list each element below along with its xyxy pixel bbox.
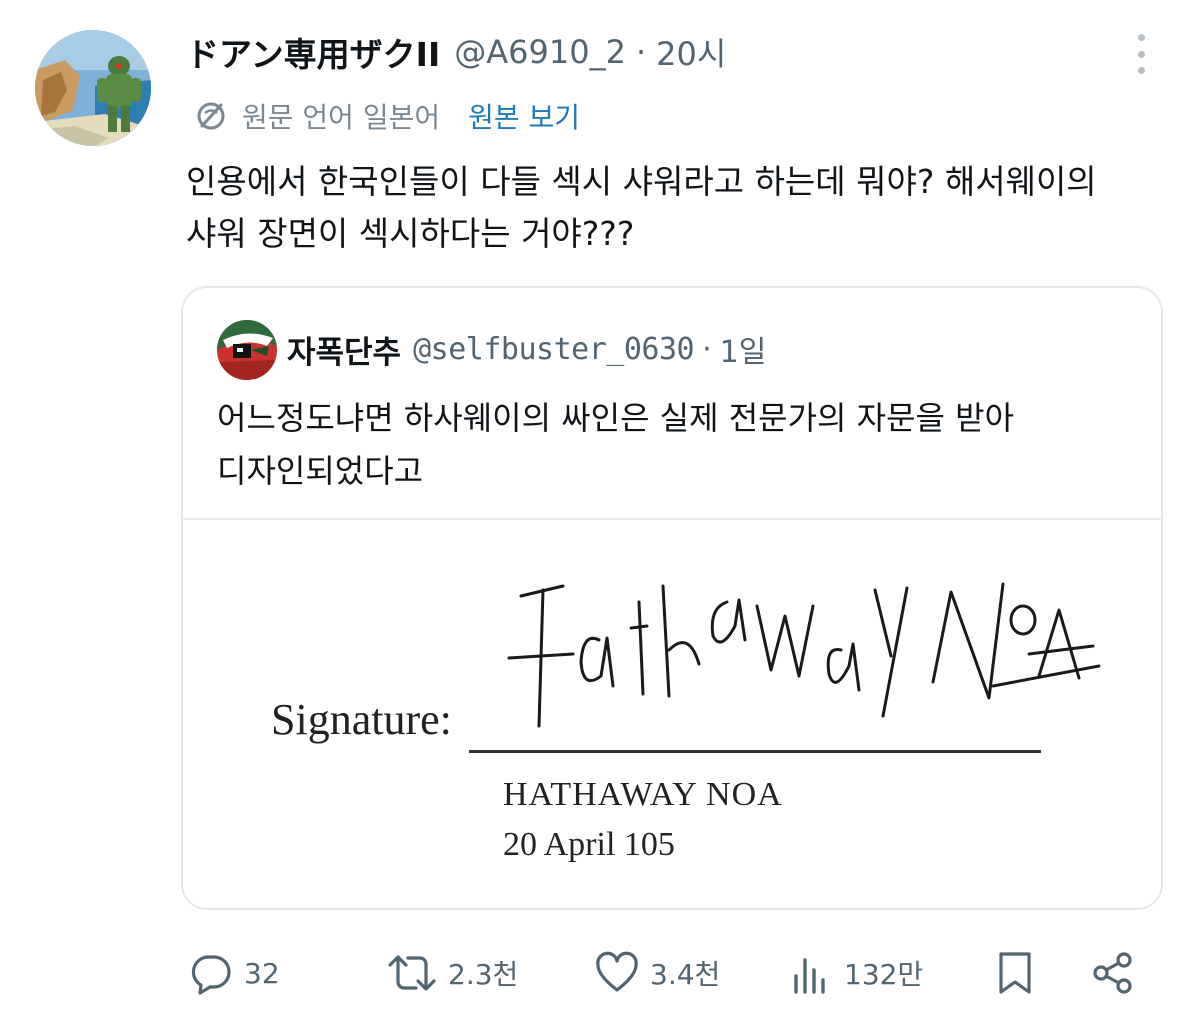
like-button[interactable]: 3.4천 — [594, 944, 720, 1002]
quoted-header-separator: · — [702, 331, 712, 367]
author-handle[interactable]: @A6910_2 — [454, 33, 626, 71]
more-icon — [1137, 34, 1145, 41]
more-icon-dot — [1137, 67, 1145, 74]
quoted-author-avatar[interactable] — [217, 320, 277, 380]
repost-count: 2.3천 — [448, 958, 519, 991]
header-separator: · — [635, 33, 647, 71]
quoted-tweet-text: 어느정도냐면 하사웨이의 싸인은 실제 전문가의 자문을 받아 디자인되었다고 — [217, 392, 1137, 498]
signature-label: Signature: — [271, 695, 452, 744]
tweet-action-bar: 32 2.3천 3.4천 132만 — [0, 944, 1200, 1002]
reply-button[interactable]: 32 — [188, 944, 280, 1002]
views-count: 132만 — [844, 958, 924, 991]
reply-icon — [191, 955, 231, 995]
quoted-text-line: 어느정도냐면 하사웨이의 싸인은 실제 전문가의 자문을 받아 — [217, 399, 1015, 437]
bookmark-icon — [999, 952, 1031, 994]
more-icon-dot — [1137, 50, 1145, 58]
quoted-tweet-card[interactable]: 자폭단추 @selfbuster_0630 · 1일 어느정도냐면 하사웨이의 … — [181, 286, 1163, 910]
tweet-text-line: 샤워 장면이 섹시하다는 거야??? — [186, 214, 635, 253]
quoted-author-display-name[interactable]: 자폭단추 — [287, 327, 401, 372]
bookmark-button[interactable] — [995, 944, 1035, 1002]
repost-button[interactable]: 2.3천 — [386, 944, 518, 1002]
heart-icon — [596, 951, 638, 992]
quoted-author-handle[interactable]: @selfbuster_0630 — [413, 332, 694, 367]
tweet-header: ドアン専用ザクII @A6910_2 · 20시 — [186, 28, 726, 76]
views-button[interactable]: 132만 — [790, 944, 923, 1002]
like-count: 3.4천 — [650, 958, 721, 991]
tweet-text: 인용에서 한국인들이 다들 섹시 샤워라고 하는데 뭐야? 해서웨이의 샤워 장… — [186, 156, 1146, 260]
repost-icon — [388, 955, 436, 991]
reply-count: 32 — [244, 956, 280, 990]
author-display-name[interactable]: ドアン専用ザクII — [186, 28, 440, 76]
quoted-text-line: 디자인되었다고 — [217, 452, 424, 490]
quoted-tweet-timestamp[interactable]: 1일 — [720, 327, 767, 371]
signature-line — [469, 750, 1041, 753]
author-avatar[interactable] — [35, 30, 151, 146]
handwritten-signature — [507, 582, 1101, 728]
more-options-button[interactable] — [1124, 34, 1158, 74]
printed-name: HATHAWAY NOA — [503, 776, 783, 813]
share-icon — [1093, 952, 1132, 994]
quoted-media-image[interactable]: Signature: HATHAWAY NOA 20 April 105 — [183, 518, 1161, 908]
translation-row: 원문 언어 일본어 원본 보기 — [194, 92, 580, 140]
translate-icon — [197, 102, 225, 130]
show-original-link[interactable]: 원본 보기 — [468, 96, 580, 136]
signature-date: 20 April 105 — [503, 826, 675, 863]
tweet-timestamp[interactable]: 20시 — [656, 29, 726, 75]
views-icon — [794, 958, 825, 994]
tweet-text-line: 인용에서 한국인들이 다들 섹시 샤워라고 하는데 뭐야? 해서웨이의 — [186, 162, 1097, 201]
quoted-tweet-header: 자폭단추 @selfbuster_0630 · 1일 — [287, 326, 766, 372]
translation-note: 원문 언어 일본어 — [242, 101, 441, 134]
share-button[interactable] — [1090, 944, 1136, 1002]
